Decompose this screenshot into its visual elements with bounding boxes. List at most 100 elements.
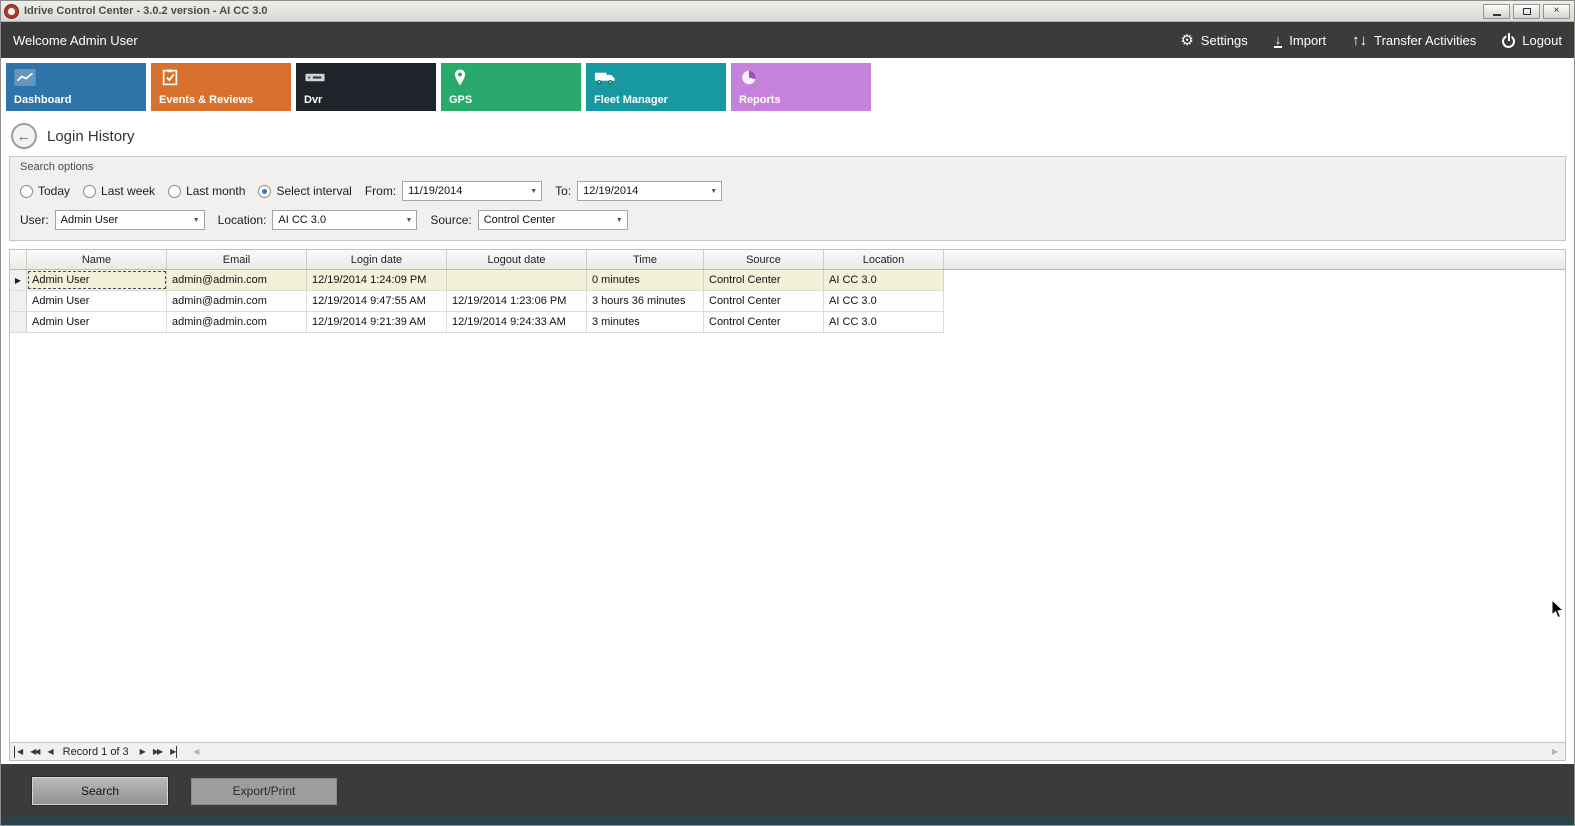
- app-icon: [5, 5, 18, 18]
- cell-login-date[interactable]: 12/19/2014 1:24:09 PM: [307, 270, 447, 290]
- location-field: Location: AI CC 3.0 ▼: [218, 210, 418, 230]
- user-value: Admin User: [61, 214, 118, 226]
- radio-today[interactable]: Today: [20, 184, 70, 198]
- chevron-down-icon: ▼: [710, 188, 717, 195]
- cell-time[interactable]: 0 minutes: [587, 270, 704, 290]
- tile-events-reviews[interactable]: Events & Reviews: [151, 63, 291, 111]
- cell-source[interactable]: Control Center: [704, 291, 824, 311]
- tile-reports[interactable]: Reports: [731, 63, 871, 111]
- radio-last-week-label: Last week: [101, 184, 155, 198]
- scroll-left-icon[interactable]: ◀: [190, 747, 202, 756]
- user-dropdown[interactable]: Admin User ▼: [55, 210, 205, 230]
- back-arrow-icon: ←: [17, 128, 32, 145]
- cell-logout-date[interactable]: [447, 270, 587, 290]
- column-header-logout-date[interactable]: Logout date: [447, 250, 587, 269]
- tile-dashboard[interactable]: Dashboard: [6, 63, 146, 111]
- page-title: Login History: [47, 128, 135, 145]
- chevron-down-icon: ▼: [193, 217, 200, 224]
- cell-location[interactable]: AI CC 3.0: [824, 291, 944, 311]
- row-indicator-cell: [10, 312, 27, 332]
- window-title: Idrive Control Center - 3.0.2 version - …: [24, 5, 268, 17]
- nav-next-page-icon[interactable]: ▶▶: [151, 746, 163, 758]
- column-header-time[interactable]: Time: [587, 250, 704, 269]
- tile-dvr-label: Dvr: [304, 94, 322, 106]
- row-indicator-header: [10, 250, 27, 269]
- radio-last-month-label: Last month: [186, 184, 245, 198]
- cell-email[interactable]: admin@admin.com: [167, 291, 307, 311]
- location-value: AI CC 3.0: [278, 214, 326, 226]
- cell-login-date[interactable]: 12/19/2014 9:21:39 AM: [307, 312, 447, 332]
- tile-dashboard-label: Dashboard: [14, 94, 71, 106]
- column-header-login-date[interactable]: Login date: [307, 250, 447, 269]
- location-pin-icon: [449, 69, 471, 86]
- radio-select-interval[interactable]: Select interval: [258, 184, 351, 198]
- export-print-button[interactable]: Export/Print: [191, 778, 337, 805]
- nav-last-icon[interactable]: ▶: [168, 746, 177, 758]
- logout-label: Logout: [1522, 33, 1562, 48]
- window-bottom-edge: [1, 818, 1574, 825]
- nav-prev-icon[interactable]: ◀: [45, 746, 53, 758]
- cell-source[interactable]: Control Center: [704, 312, 824, 332]
- nav-next-icon[interactable]: ▶: [138, 746, 146, 758]
- logout-button[interactable]: Logout: [1502, 33, 1562, 48]
- close-icon: ×: [1554, 6, 1560, 16]
- cell-name[interactable]: Admin User: [27, 270, 167, 290]
- cell-email[interactable]: admin@admin.com: [167, 312, 307, 332]
- tile-fleet-manager[interactable]: Fleet Manager: [586, 63, 726, 111]
- close-button[interactable]: ×: [1543, 4, 1570, 19]
- chart-icon: [14, 69, 36, 86]
- to-label: To:: [555, 184, 571, 198]
- dvr-device-icon: [304, 69, 326, 86]
- radio-last-month[interactable]: Last month: [168, 184, 245, 198]
- horizontal-scrollbar[interactable]: ◀ ▶: [190, 745, 1561, 758]
- import-button[interactable]: ↓ Import: [1274, 33, 1326, 48]
- scroll-right-icon[interactable]: ▶: [1549, 747, 1561, 756]
- column-header-source[interactable]: Source: [704, 250, 824, 269]
- tile-gps[interactable]: GPS: [441, 63, 581, 111]
- cell-source[interactable]: Control Center: [704, 270, 824, 290]
- welcome-text: Welcome Admin User: [13, 33, 138, 48]
- record-navigator: ◀ ◀◀ ◀ Record 1 of 3 ▶ ▶▶ ▶ ◀ ▶: [10, 742, 1565, 760]
- to-date-dropdown[interactable]: 12/19/2014 ▼: [577, 181, 722, 201]
- search-button[interactable]: Search: [31, 776, 169, 806]
- minimize-button[interactable]: [1483, 4, 1510, 19]
- transfer-activities-button[interactable]: ↑↓ Transfer Activities: [1352, 33, 1476, 48]
- cell-logout-date[interactable]: 12/19/2014 9:24:33 AM: [447, 312, 587, 332]
- table-row[interactable]: Admin User admin@admin.com 12/19/2014 9:…: [10, 291, 944, 312]
- table-row[interactable]: Admin User admin@admin.com 12/19/2014 9:…: [10, 312, 944, 333]
- cell-name[interactable]: Admin User: [27, 291, 167, 311]
- to-date-value: 12/19/2014: [583, 185, 638, 197]
- cell-time[interactable]: 3 hours 36 minutes: [587, 291, 704, 311]
- settings-button[interactable]: ⚙ Settings: [1180, 33, 1247, 48]
- chevron-down-icon: ▼: [616, 217, 623, 224]
- cell-location[interactable]: AI CC 3.0: [824, 312, 944, 332]
- column-header-name[interactable]: Name: [27, 250, 167, 269]
- cell-login-date[interactable]: 12/19/2014 9:47:55 AM: [307, 291, 447, 311]
- cell-location[interactable]: AI CC 3.0: [824, 270, 944, 290]
- source-label: Source:: [430, 213, 471, 227]
- transfer-activities-label: Transfer Activities: [1374, 33, 1476, 48]
- column-header-location[interactable]: Location: [824, 250, 944, 269]
- table-row[interactable]: ▶ Admin User admin@admin.com 12/19/2014 …: [10, 270, 944, 291]
- tile-dvr[interactable]: Dvr: [296, 63, 436, 111]
- page-header: ← Login History: [1, 116, 1574, 156]
- location-dropdown[interactable]: AI CC 3.0 ▼: [272, 210, 417, 230]
- back-button[interactable]: ←: [11, 123, 37, 149]
- module-tiles: Dashboard Events & Reviews Dvr GPS Fleet…: [1, 58, 1574, 116]
- cell-email[interactable]: admin@admin.com: [167, 270, 307, 290]
- location-label: Location:: [218, 213, 267, 227]
- cell-name[interactable]: Admin User: [27, 312, 167, 332]
- cell-time[interactable]: 3 minutes: [587, 312, 704, 332]
- truck-icon: [594, 69, 616, 86]
- radio-last-week[interactable]: Last week: [83, 184, 155, 198]
- cell-logout-date[interactable]: 12/19/2014 1:23:06 PM: [447, 291, 587, 311]
- nav-first-icon[interactable]: ◀: [14, 746, 23, 758]
- radio-today-label: Today: [38, 184, 70, 198]
- app-window: Idrive Control Center - 3.0.2 version - …: [0, 0, 1575, 826]
- maximize-button[interactable]: [1513, 4, 1540, 19]
- from-date-dropdown[interactable]: 11/19/2014 ▼: [402, 181, 542, 201]
- user-label: User:: [20, 213, 49, 227]
- source-dropdown[interactable]: Control Center ▼: [478, 210, 628, 230]
- nav-prev-page-icon[interactable]: ◀◀: [28, 746, 40, 758]
- column-header-email[interactable]: Email: [167, 250, 307, 269]
